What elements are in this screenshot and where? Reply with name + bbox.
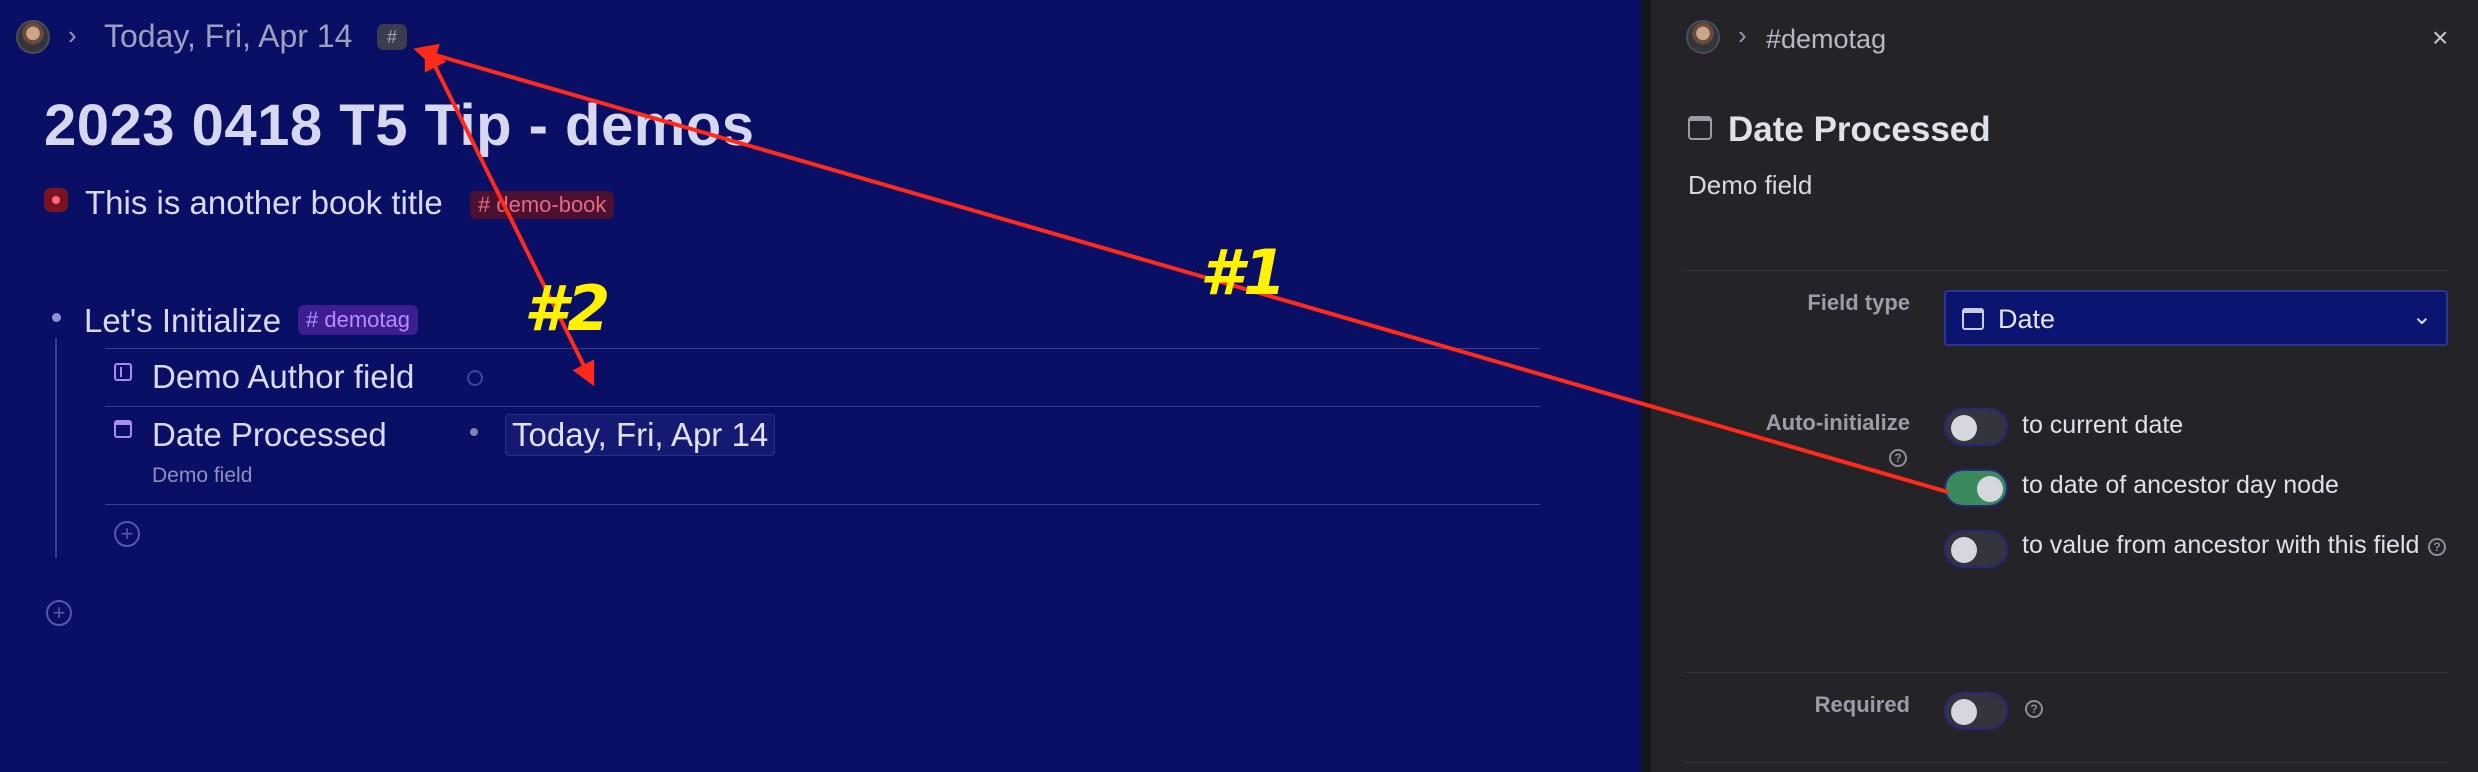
annotation-label-1: #1 [1200, 236, 1287, 309]
annotation-overlay [413, 43, 1949, 494]
annotation-label-2: #2 [524, 272, 611, 345]
annotation-arrow-1 [413, 43, 1949, 494]
